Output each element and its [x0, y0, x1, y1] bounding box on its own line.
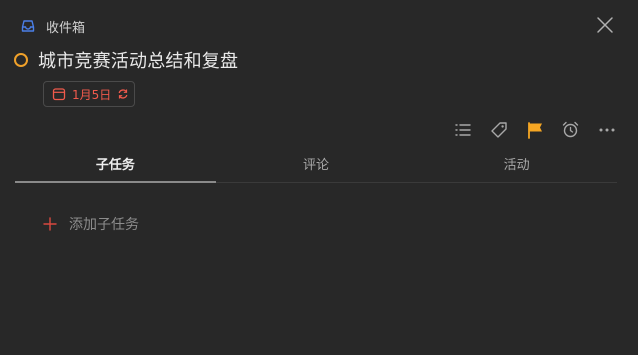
task-checkbox[interactable] [14, 53, 28, 67]
close-icon [597, 17, 613, 33]
tab-activity[interactable]: 活动 [416, 150, 617, 182]
inbox-icon [20, 18, 36, 34]
tag-icon [490, 121, 507, 138]
priority-flag-button[interactable] [525, 120, 544, 139]
close-button[interactable] [596, 16, 614, 34]
tab-comments[interactable]: 评论 [216, 150, 417, 182]
calendar-icon [52, 88, 66, 101]
flag-icon [527, 121, 542, 139]
add-subtask-button[interactable]: 添加子任务 [43, 214, 139, 234]
list-button[interactable] [453, 120, 472, 139]
repeat-icon [118, 89, 128, 99]
tag-button[interactable] [489, 120, 508, 139]
more-button[interactable] [597, 120, 616, 139]
task-toolbar [453, 120, 616, 139]
more-icon [599, 128, 614, 131]
tab-subtasks[interactable]: 子任务 [15, 150, 216, 183]
due-date-chip[interactable]: 1月5日 [43, 81, 135, 107]
add-subtask-label: 添加子任务 [69, 217, 139, 233]
list-icon [454, 123, 471, 136]
task-title[interactable]: 城市竞赛活动总结和复盘 [38, 47, 238, 73]
plus-icon [43, 217, 57, 231]
list-name: 收件箱 [46, 20, 86, 36]
due-date-label: 1月5日 [72, 87, 112, 102]
list-header[interactable]: 收件箱 [20, 14, 85, 38]
alarm-clock-icon [562, 121, 579, 138]
reminder-button[interactable] [561, 120, 580, 139]
detail-tabs: 子任务 评论 活动 [15, 150, 617, 183]
